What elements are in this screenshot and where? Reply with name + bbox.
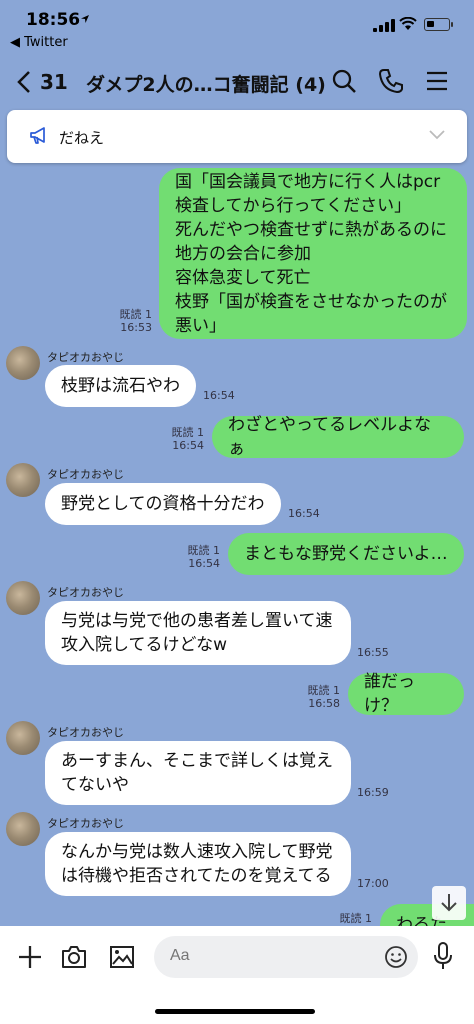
message-time: 16:58	[308, 697, 340, 710]
read-receipt: 既読 1	[171, 426, 205, 439]
status-bar: 18:56 ◀ Twitter	[0, 0, 474, 56]
outgoing-message[interactable]: 国「国会議員で地方に行く人はpcr 検査してから行ってください」 死んだやつ検査…	[159, 168, 467, 339]
location-arrow-icon	[81, 15, 89, 23]
megaphone-icon	[30, 127, 45, 144]
outgoing-message[interactable]: 誰だっけ？	[348, 672, 464, 716]
message-line: 容体急変して死亡	[175, 267, 311, 288]
message-input[interactable]	[170, 947, 370, 965]
incoming-message[interactable]: 野党としての資格十分だわ	[45, 483, 281, 525]
message-time: 16:59	[357, 786, 389, 799]
message-time: 16:54	[188, 557, 220, 570]
home-indicator	[155, 1009, 315, 1014]
message-time: 16:54	[288, 507, 320, 520]
image-icon[interactable]	[109, 944, 135, 970]
arrow-down-icon	[441, 894, 457, 912]
message-line: 死んだやつ検査せずに熱があるのに	[175, 219, 447, 240]
message-line: 枝野「国が検査をさせなかったのが	[175, 291, 447, 312]
microphone-icon[interactable]	[433, 942, 453, 970]
message-time: 17:00	[357, 877, 389, 890]
message-time: 16:55	[357, 646, 389, 659]
read-receipt: 既読 1	[187, 544, 221, 557]
unread-count[interactable]: 31	[40, 70, 68, 94]
sender-name: タピオカおやじ	[47, 351, 124, 364]
phone-icon[interactable]	[378, 68, 404, 94]
message-meta: 既読 1 16:54	[160, 426, 205, 452]
status-time: 18:56	[26, 10, 81, 30]
message-line: なんか与党は数人速攻入院して野党	[61, 842, 333, 862]
message-line: あーすまん、そこまで詳しくは覚え	[61, 751, 333, 771]
message-line: 悪い」	[175, 315, 226, 336]
sender-name: タピオカおやじ	[47, 817, 124, 830]
message-meta: 既読 1 16:58	[296, 684, 341, 710]
back-chevron-icon[interactable]	[16, 70, 32, 94]
avatar[interactable]	[6, 346, 40, 380]
incoming-message[interactable]: 枝野は流石やわ	[45, 365, 196, 407]
message-line: 与党は与党で他の患者差し置いて速	[61, 611, 333, 631]
message-time: 16:53	[120, 321, 152, 334]
message-meta: 既読 1 16:54	[176, 544, 221, 570]
message-line: 検査してから行ってください」	[175, 195, 412, 216]
message-line: 野党としての資格十分だわ	[61, 494, 265, 514]
message-line: 国「国会議員で地方に行く人はpcr	[175, 171, 441, 192]
plus-icon[interactable]	[17, 944, 43, 970]
emoji-icon[interactable]	[384, 945, 408, 969]
incoming-message[interactable]: 与党は与党で他の患者差し置いて速 攻入院してるけどなw	[45, 601, 351, 665]
message-line: わざとやってるレベルよなぁ	[228, 415, 432, 459]
scroll-to-bottom-button[interactable]	[432, 886, 466, 920]
message-line: 誰だっけ？	[364, 672, 415, 716]
announcement-banner[interactable]: だねえ	[7, 110, 467, 163]
message-line: は待機や拒否されてたのを覚えてる	[61, 866, 332, 886]
battery-icon	[424, 18, 453, 31]
camera-icon[interactable]	[60, 944, 88, 970]
chat-title[interactable]: ダメプ2人の…コ奮闘記 (4)	[86, 70, 326, 97]
incoming-message[interactable]: あーすまん、そこまで詳しくは覚え てないや	[45, 741, 351, 805]
avatar[interactable]	[6, 812, 40, 846]
menu-icon[interactable]	[426, 70, 448, 92]
message-line: まともな野党くださいよ…	[244, 544, 448, 564]
chat-header: 31 ダメプ2人の…コ奮闘記 (4)	[0, 56, 474, 106]
read-receipt: 既読 1	[307, 684, 341, 697]
read-receipt: 既読 1	[119, 308, 153, 321]
message-time: 16:54	[203, 389, 235, 402]
wifi-icon	[399, 17, 417, 30]
back-to-app-link[interactable]: ◀ Twitter	[10, 35, 68, 50]
outgoing-message[interactable]: まともな野党くださいよ…	[228, 533, 464, 575]
message-line: てないや	[61, 775, 129, 795]
avatar[interactable]	[6, 721, 40, 755]
search-icon[interactable]	[331, 68, 357, 94]
outgoing-message[interactable]: わざとやってるレベルよなぁ	[212, 415, 464, 459]
message-line: 攻入院してるけどなw	[61, 635, 228, 655]
announcement-text: だねえ	[59, 129, 105, 147]
sender-name: タピオカおやじ	[47, 726, 124, 739]
chevron-down-icon[interactable]	[429, 130, 445, 140]
incoming-message[interactable]: なんか与党は数人速攻入院して野党 は待機や拒否されてたのを覚えてる	[45, 832, 351, 896]
message-meta: 既読 1 16:53	[108, 308, 153, 334]
message-field[interactable]	[154, 936, 418, 978]
message-time: 16:54	[172, 439, 204, 452]
avatar[interactable]	[6, 463, 40, 497]
sender-name: タピオカおやじ	[47, 586, 124, 599]
sender-name: タピオカおやじ	[47, 468, 124, 481]
avatar[interactable]	[6, 581, 40, 615]
read-receipt: 既読 1	[339, 912, 373, 925]
message-line: 枝野は流石やわ	[61, 376, 180, 396]
cellular-signal-icon	[373, 19, 395, 32]
message-line: 地方の会合に参加	[175, 243, 311, 264]
